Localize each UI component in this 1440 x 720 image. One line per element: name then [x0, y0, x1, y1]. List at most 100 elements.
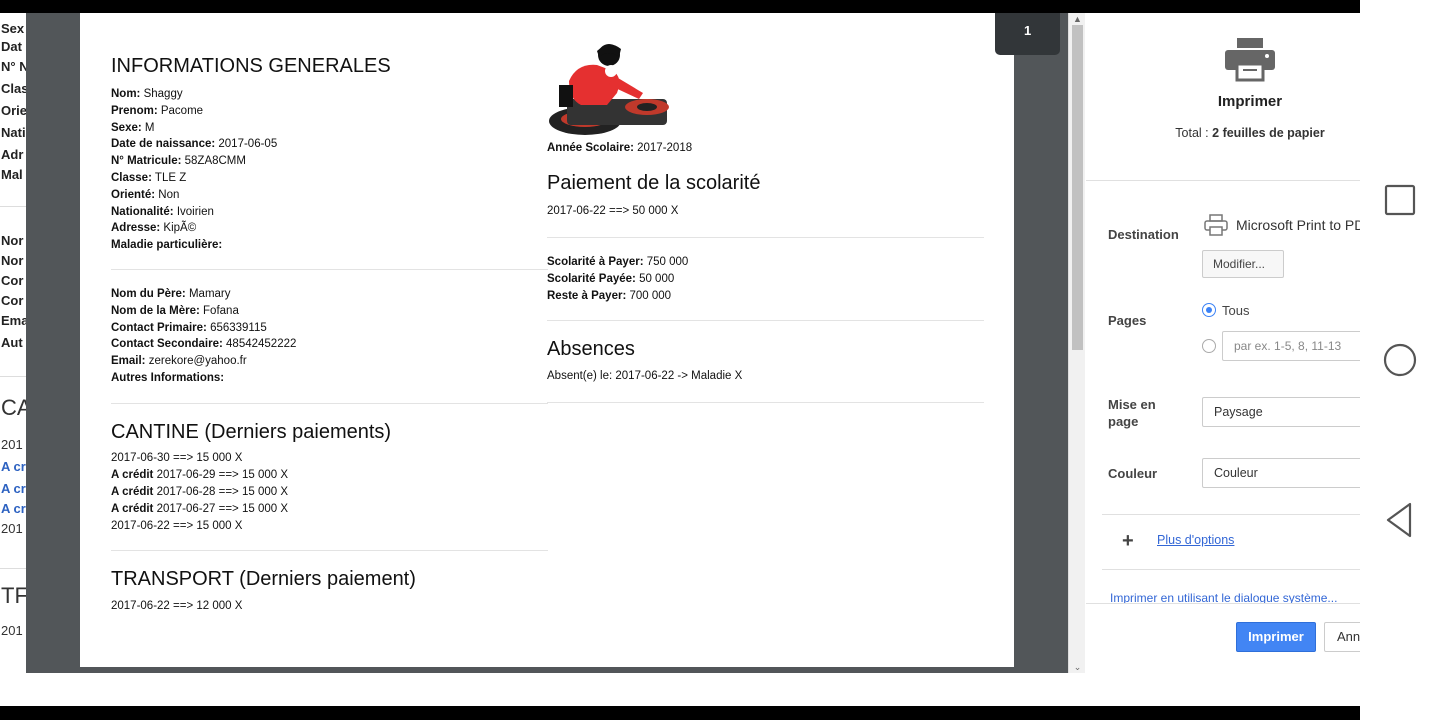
background-text: 201 [1, 623, 23, 638]
background-text: A cr [1, 459, 26, 474]
background-text: Nati [1, 125, 26, 140]
parent-field: Nom de la Mère: Fofana [111, 304, 239, 317]
background-text: Adr [1, 147, 24, 162]
more-options-link[interactable]: Plus d'options [1157, 533, 1234, 547]
parent-field: Nom du Père: Mamary [111, 288, 231, 300]
parent-field: Contact Secondaire: 48542452222 [111, 338, 297, 351]
separator [0, 568, 26, 569]
total-sheets: Total : 2 feuilles de papier [1175, 126, 1325, 140]
background-text: Orie [1, 103, 28, 118]
cantine-payment: 2017-06-30 ==> 15 000 X [111, 452, 243, 464]
background-text: 201 [1, 437, 23, 452]
preview-sheet: INFORMATIONS GENERALES Nom: Shaggy Prenom… [80, 13, 1014, 667]
pages-all-radio[interactable] [1202, 303, 1216, 317]
info-field: Nationalité: Ivoirien [111, 205, 214, 218]
android-nav-bar [1360, 0, 1440, 720]
cantine-payment: A crédit 2017-06-29 ==> 15 000 X [111, 469, 288, 481]
scroll-up-arrow-icon[interactable]: ▲ [1069, 13, 1086, 25]
print-header: Imprimer Total : 2 feuilles de papier [1086, 13, 1360, 181]
info-field: N° Matricule: 58ZA8CMM [111, 155, 246, 168]
background-text: Clas [1, 81, 29, 96]
scolarite-payment: 2017-06-22 ==> 50 000 X [547, 205, 679, 217]
layout-label: Mise en page [1108, 397, 1156, 429]
scolarite-summary-row: Scolarité Payée: 50 000 [547, 273, 675, 285]
background-text: Dat [1, 39, 22, 54]
dj-logo-image [549, 44, 669, 135]
background-text: Mal [1, 167, 23, 182]
scroll-down-arrow-icon[interactable]: ⌄ [1069, 661, 1086, 673]
info-field: Classe: TLE Z [111, 172, 187, 184]
absence-entry: Absent(e) le: 2017-06-22 -> Maladie X [547, 370, 743, 382]
cantine-payment: 2017-06-22 ==> 15 000 X [111, 520, 243, 532]
annee-scolaire: Année Scolaire: 2017-2018 [547, 142, 693, 154]
pages-range-input[interactable]: par ex. 1-5, 8, 11-13 [1222, 331, 1360, 361]
info-field: Adresse: KipÃ© [111, 222, 197, 235]
background-text: A cr [1, 481, 26, 496]
separator [547, 320, 984, 321]
cantine-payment: A crédit 2017-06-28 ==> 15 000 X [111, 486, 288, 498]
cantine-heading: CANTINE (Derniers paiements) [111, 421, 392, 443]
printer-icon [1225, 38, 1275, 82]
separator [1102, 569, 1360, 570]
separator [547, 402, 984, 403]
color-label: Couleur [1108, 466, 1158, 481]
back-icon[interactable] [1380, 500, 1420, 540]
background-text: 201 [1, 521, 23, 536]
separator [0, 206, 26, 207]
background-text: N° N [1, 59, 29, 74]
transport-heading: TRANSPORT (Derniers paiement) [111, 568, 416, 590]
layout-select[interactable]: Paysage [1202, 397, 1360, 427]
info-field: Sexe: M [111, 121, 155, 134]
background-text: TF [1, 583, 28, 608]
bottom-bar [0, 706, 1360, 720]
destination-printer-name: Microsoft Print to PDF [1236, 217, 1360, 233]
separator [111, 403, 548, 404]
preview-scrollbar[interactable]: ▲ ⌄ [1068, 13, 1085, 673]
cantine-payment: A crédit 2017-06-27 ==> 15 000 X [111, 503, 288, 515]
scolarite-summary-row: Scolarité à Payer: 750 000 [547, 256, 689, 268]
absences-heading: Absences [547, 338, 635, 360]
info-field: Maladie particulière: [111, 239, 223, 252]
background-text: Sex [1, 21, 25, 36]
info-field: Date de naissance: 2017-06-05 [111, 138, 278, 151]
status-bar [0, 0, 1360, 13]
info-field: Prenom: Pacome [111, 104, 204, 117]
informations-heading: INFORMATIONS GENERALES [111, 55, 391, 77]
print-footer [1086, 603, 1360, 673]
separator [0, 376, 26, 377]
parent-field: Contact Primaire: 656339115 [111, 321, 267, 334]
home-icon[interactable] [1380, 340, 1420, 380]
scroll-thumb[interactable] [1072, 25, 1083, 350]
cancel-button[interactable]: Annuler [1324, 622, 1360, 652]
background-text: Nor [1, 253, 24, 268]
separator [111, 269, 548, 270]
page-number-badge: 1 [995, 13, 1060, 55]
print-button[interactable]: Imprimer [1236, 622, 1316, 652]
pages-custom-radio[interactable] [1202, 339, 1216, 353]
background-text: Cor [1, 293, 24, 308]
modify-destination-button[interactable]: Modifier... [1202, 250, 1284, 278]
pages-label: Pages [1108, 313, 1147, 328]
separator [111, 550, 548, 551]
color-select[interactable]: Couleur [1202, 458, 1360, 488]
destination-printer-icon [1204, 214, 1228, 236]
separator [547, 237, 984, 238]
background-text: A cr [1, 501, 26, 516]
scolarite-summary-row: Reste à Payer: 700 000 [547, 290, 672, 302]
screen: Sex Dat N° N Clas Orie Nati Adr Mal Nor Nor Cor Cor… [0, 0, 1440, 720]
print-title: Imprimer [1217, 93, 1283, 110]
recent-apps-icon[interactable] [1380, 180, 1420, 220]
destination-label: Destination [1108, 227, 1179, 242]
scolarite-heading: Paiement de la scolarité [547, 172, 761, 194]
print-settings-panel: Imprimer Total : 2 feuilles de papier De… [1086, 13, 1360, 673]
background-text: Aut [1, 335, 23, 350]
separator [1102, 514, 1360, 515]
pages-all-label: Tous [1222, 303, 1250, 318]
transport-payment: 2017-06-22 ==> 12 000 X [111, 600, 243, 612]
background-text: Ema [1, 313, 29, 328]
background-text: Nor [1, 233, 24, 248]
plus-icon[interactable]: + [1122, 530, 1134, 553]
info-field: Orienté: Non [111, 188, 180, 201]
background-text: Cor [1, 273, 24, 288]
info-field: Nom: Shaggy [111, 88, 183, 100]
